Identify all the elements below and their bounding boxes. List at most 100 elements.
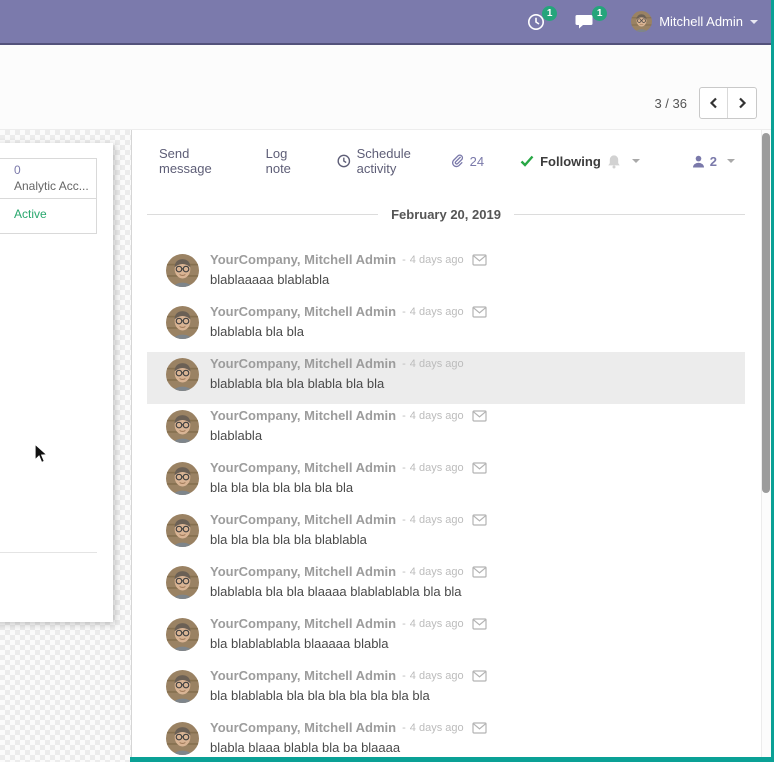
timestamp-separator: -	[402, 670, 406, 682]
following-label: Following	[540, 154, 601, 169]
author-name[interactable]: YourCompany, Mitchell Admin	[210, 564, 396, 579]
message-row[interactable]: YourCompany, Mitchell Admin - 4 days ago…	[147, 664, 745, 716]
timestamp-separator: -	[402, 618, 406, 630]
check-icon	[520, 155, 534, 167]
author-name[interactable]: YourCompany, Mitchell Admin	[210, 460, 396, 475]
timestamp-separator: -	[402, 410, 406, 422]
message-row[interactable]: YourCompany, Mitchell Admin - 4 days ago…	[147, 248, 745, 300]
activity-badge: 1	[542, 6, 557, 21]
message-header: YourCompany, Mitchell Admin - 4 days ago	[210, 563, 487, 580]
message-body: blablabla bla bla blabla bla bla	[210, 374, 464, 393]
bell-icon[interactable]	[607, 154, 621, 169]
chatter-panel: Send message Log note Schedule activity	[131, 130, 761, 762]
message-row[interactable]: YourCompany, Mitchell Admin - 4 days ago…	[147, 560, 745, 612]
send-message-button[interactable]: Send message	[159, 146, 244, 176]
schedule-activity-label: Schedule activity	[357, 146, 452, 176]
log-note-button[interactable]: Log note	[266, 146, 315, 176]
envelope-icon[interactable]	[472, 670, 487, 682]
message-row[interactable]: YourCompany, Mitchell Admin - 4 days ago…	[147, 300, 745, 352]
message-row[interactable]: YourCompany, Mitchell Admin - 4 days ago…	[147, 508, 745, 560]
avatar	[166, 306, 199, 339]
message-body: blabla blaaa blabla bla ba blaaaa	[210, 738, 487, 757]
message-row[interactable]: YourCompany, Mitchell Admin - 4 days ago…	[147, 352, 745, 404]
stat-button-top: 0 Analytic Acc...	[0, 159, 96, 199]
message-timestamp: 4 days ago	[410, 306, 464, 318]
chatter-actions: Send message Log note Schedule activity	[159, 146, 452, 176]
stat-button-analytic-accounts[interactable]: 0 Analytic Acc... Active	[0, 158, 97, 234]
avatar	[166, 514, 199, 547]
message-header: YourCompany, Mitchell Admin - 4 days ago	[210, 719, 487, 736]
envelope-icon[interactable]	[472, 306, 487, 318]
message-header: YourCompany, Mitchell Admin - 4 days ago	[210, 407, 487, 424]
activity-menu-button[interactable]: 1	[527, 13, 545, 31]
message-header: YourCompany, Mitchell Admin - 4 days ago	[210, 667, 487, 684]
pager-next-button[interactable]	[728, 88, 756, 118]
envelope-icon[interactable]	[472, 722, 487, 734]
messages-menu-button[interactable]: 1	[575, 13, 595, 30]
author-name[interactable]: YourCompany, Mitchell Admin	[210, 408, 396, 423]
message-timestamp: 4 days ago	[410, 722, 464, 734]
stat-label: Analytic Acc...	[14, 178, 96, 194]
message-row[interactable]: YourCompany, Mitchell Admin - 4 days ago…	[147, 456, 745, 508]
envelope-icon[interactable]	[472, 566, 487, 578]
user-menu-button[interactable]: Mitchell Admin	[631, 11, 758, 32]
author-name[interactable]: YourCompany, Mitchell Admin	[210, 304, 396, 319]
schedule-activity-button[interactable]: Schedule activity	[337, 146, 452, 176]
message-header: YourCompany, Mitchell Admin - 4 days ago	[210, 355, 464, 372]
date-separator-label: February 20, 2019	[391, 207, 501, 222]
message-body: blablaaaaa blablabla	[210, 270, 487, 289]
message-body: blablabla bla bla blaaaa blablablabla bl…	[210, 582, 487, 601]
avatar-image	[166, 514, 199, 547]
pager-previous-button[interactable]	[700, 88, 728, 118]
systray: 1 1 Mitchell Admin	[527, 11, 758, 32]
following-button[interactable]: Following	[520, 154, 640, 169]
message-content: YourCompany, Mitchell Admin - 4 days ago…	[210, 352, 464, 393]
envelope-icon[interactable]	[472, 514, 487, 526]
avatar-image	[631, 11, 652, 32]
top-navbar: 1 1 Mitchell Admin	[0, 0, 774, 45]
pager-value: 3 / 36	[654, 96, 687, 111]
envelope-icon[interactable]	[472, 462, 487, 474]
message-timestamp: 4 days ago	[410, 566, 464, 578]
chevron-left-icon	[709, 97, 719, 109]
timestamp-separator: -	[402, 514, 406, 526]
timestamp-separator: -	[402, 306, 406, 318]
author-name[interactable]: YourCompany, Mitchell Admin	[210, 616, 396, 631]
avatar-image	[166, 358, 199, 391]
author-name[interactable]: YourCompany, Mitchell Admin	[210, 252, 396, 267]
status-badge[interactable]: Active	[0, 199, 96, 221]
paperclip-icon	[452, 154, 465, 169]
message-content: YourCompany, Mitchell Admin - 4 days ago…	[210, 404, 487, 445]
timestamp-separator: -	[402, 722, 406, 734]
avatar	[166, 618, 199, 651]
author-name[interactable]: YourCompany, Mitchell Admin	[210, 512, 396, 527]
avatar-image	[166, 306, 199, 339]
message-content: YourCompany, Mitchell Admin - 4 days ago…	[210, 716, 487, 757]
message-body: blablabla	[210, 426, 487, 445]
avatar-image	[166, 462, 199, 495]
followers-button[interactable]: 2	[692, 154, 735, 169]
message-timestamp: 4 days ago	[410, 618, 464, 630]
avatar	[166, 566, 199, 599]
scrollbar-thumb[interactable]	[762, 133, 770, 493]
message-body: bla bla bla bla bla blablabla	[210, 530, 487, 549]
author-name[interactable]: YourCompany, Mitchell Admin	[210, 720, 396, 735]
envelope-icon[interactable]	[472, 410, 487, 422]
message-row[interactable]: YourCompany, Mitchell Admin - 4 days ago…	[147, 716, 745, 762]
author-name[interactable]: YourCompany, Mitchell Admin	[210, 668, 396, 683]
message-row[interactable]: YourCompany, Mitchell Admin - 4 days ago…	[147, 612, 745, 664]
message-body: bla bla bla bla bla bla bla	[210, 478, 487, 497]
chevron-down-icon[interactable]	[632, 159, 640, 163]
message-content: YourCompany, Mitchell Admin - 4 days ago…	[210, 560, 487, 601]
send-message-label: Send message	[159, 146, 244, 176]
separator-line	[514, 214, 745, 215]
message-timestamp: 4 days ago	[410, 254, 464, 266]
message-row[interactable]: YourCompany, Mitchell Admin - 4 days ago…	[147, 404, 745, 456]
attachments-button[interactable]: 24	[452, 154, 484, 169]
message-header: YourCompany, Mitchell Admin - 4 days ago	[210, 459, 487, 476]
envelope-icon[interactable]	[472, 254, 487, 266]
chevron-down-icon[interactable]	[727, 159, 735, 163]
message-header: YourCompany, Mitchell Admin - 4 days ago	[210, 251, 487, 268]
envelope-icon[interactable]	[472, 618, 487, 630]
author-name[interactable]: YourCompany, Mitchell Admin	[210, 356, 396, 371]
